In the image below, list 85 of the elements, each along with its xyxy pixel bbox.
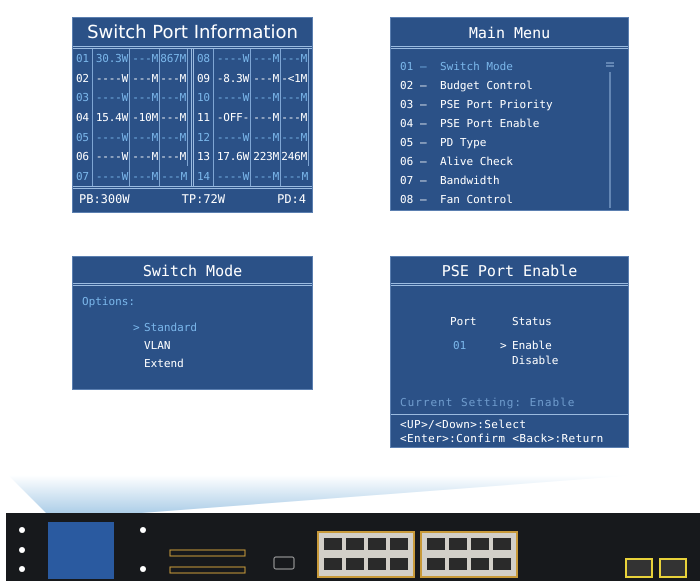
table-cell: ---M bbox=[160, 146, 188, 166]
table-cell: ---M bbox=[130, 146, 160, 166]
panel-title: PSE Port Enable bbox=[391, 257, 628, 286]
table-cell: ---M bbox=[130, 127, 160, 147]
table-cell: 246M bbox=[281, 146, 309, 166]
table-cell: 14 bbox=[194, 166, 214, 186]
menu-item[interactable]: 05 — PD Type bbox=[400, 133, 628, 152]
table-cell: 223M bbox=[251, 146, 281, 166]
table-cell: ----W bbox=[214, 166, 251, 186]
port-number: 01 bbox=[452, 339, 468, 352]
table-cell: ---M bbox=[160, 88, 188, 108]
menu-item[interactable]: 03 — PSE Port Priority bbox=[400, 95, 628, 114]
table-cell: 02 bbox=[73, 68, 93, 88]
help-text: <Enter>:Confirm <Back>:Return bbox=[400, 432, 604, 446]
table-cell: ---M bbox=[281, 127, 309, 147]
table-cell: ---M bbox=[251, 108, 281, 128]
table-cell: ---M bbox=[160, 68, 188, 88]
table-cell: 04 bbox=[73, 108, 93, 128]
table-cell: 06 bbox=[73, 146, 93, 166]
panel-title: Switch Port Information bbox=[73, 18, 312, 49]
table-cell: ---M bbox=[130, 166, 160, 186]
option-item[interactable]: Extend bbox=[144, 356, 184, 370]
table-cell: -OFF- bbox=[214, 108, 251, 128]
table-cell: ---M bbox=[130, 68, 160, 88]
table-cell-text: ---M bbox=[160, 168, 188, 185]
option-item[interactable]: VLAN bbox=[144, 338, 170, 352]
table-cell: -<1M bbox=[281, 68, 309, 88]
table-cell: 12 bbox=[194, 127, 214, 147]
table-cell: ---M bbox=[251, 68, 281, 88]
status-text: TP:72W bbox=[182, 192, 226, 206]
table-cell: ----W bbox=[214, 127, 251, 147]
table-cell: 867M bbox=[160, 49, 188, 69]
table-cell: ----W bbox=[214, 88, 251, 108]
menu-item[interactable]: 06 — Alive Check bbox=[400, 152, 628, 171]
table-cell: ----W bbox=[93, 127, 130, 147]
table-cell: 15.4W bbox=[93, 108, 130, 128]
menu-item[interactable]: 08 — Fan Control bbox=[400, 190, 628, 209]
current-setting-text: Current Setting: Enable bbox=[400, 396, 576, 409]
panel-title: Main Menu bbox=[391, 18, 628, 49]
option-item[interactable]: Disable bbox=[512, 354, 558, 367]
table-cell: 11 bbox=[194, 108, 214, 128]
status-text: PB:300W bbox=[79, 192, 130, 206]
table-cell: 30.3W bbox=[93, 49, 130, 69]
column-header: Status bbox=[512, 315, 553, 328]
table-cell: ---M bbox=[160, 108, 188, 128]
table-cell: 10 bbox=[194, 88, 214, 108]
table-cell: -10M bbox=[130, 108, 160, 128]
menu-item[interactable]: 02 — Budget Control bbox=[400, 76, 628, 95]
panel-title: Switch Mode bbox=[73, 257, 312, 286]
table-cell: ----W bbox=[93, 166, 130, 186]
table-cell: 17.6W bbox=[214, 146, 251, 166]
table-cell: 03 bbox=[73, 88, 93, 108]
table-cell: ---M bbox=[160, 127, 188, 147]
table-cell: 08 bbox=[194, 49, 214, 69]
table-cell-text: ---M bbox=[281, 168, 309, 185]
help-text: <UP>/<Down>:Select bbox=[400, 418, 526, 432]
table-cell: ----W bbox=[214, 49, 251, 69]
table-cell: ---M bbox=[251, 166, 281, 186]
table-cell: ----W bbox=[93, 146, 130, 166]
table-cell: ----W bbox=[93, 88, 130, 108]
menu-item[interactable]: 01 — Switch Mode bbox=[400, 57, 628, 76]
table-cell: ---M bbox=[251, 127, 281, 147]
table-cell: -8.3W bbox=[214, 68, 251, 88]
table-cell: ---M bbox=[130, 88, 160, 108]
table-cell: ----W bbox=[93, 68, 130, 88]
table-cell: ---M bbox=[281, 108, 309, 128]
menu-item[interactable]: 07 — Bandwidth bbox=[400, 171, 628, 190]
table-cell: ---M bbox=[130, 49, 160, 69]
table-cell: ---M bbox=[251, 49, 281, 69]
table-cell: 13 bbox=[194, 146, 214, 166]
column-header: Port bbox=[450, 315, 478, 328]
table-cell: 07 bbox=[73, 166, 93, 186]
table-cell: 05 bbox=[73, 127, 93, 147]
options-label: Options: bbox=[82, 295, 135, 308]
menu-item[interactable]: 04 — PSE Port Enable bbox=[400, 114, 628, 133]
option-item[interactable]: Standard bbox=[144, 320, 197, 334]
table-cell: 01 bbox=[73, 49, 93, 69]
table-cell: ---M bbox=[251, 88, 281, 108]
table-cell: ---M bbox=[281, 49, 309, 69]
table-cell: 09 bbox=[194, 68, 214, 88]
table-cell: ---M bbox=[281, 88, 309, 108]
scrollbar[interactable] bbox=[606, 62, 614, 208]
option-item[interactable]: > Enable bbox=[500, 339, 552, 352]
cursor: > bbox=[133, 320, 141, 334]
status-text: PD:4 bbox=[277, 192, 306, 206]
